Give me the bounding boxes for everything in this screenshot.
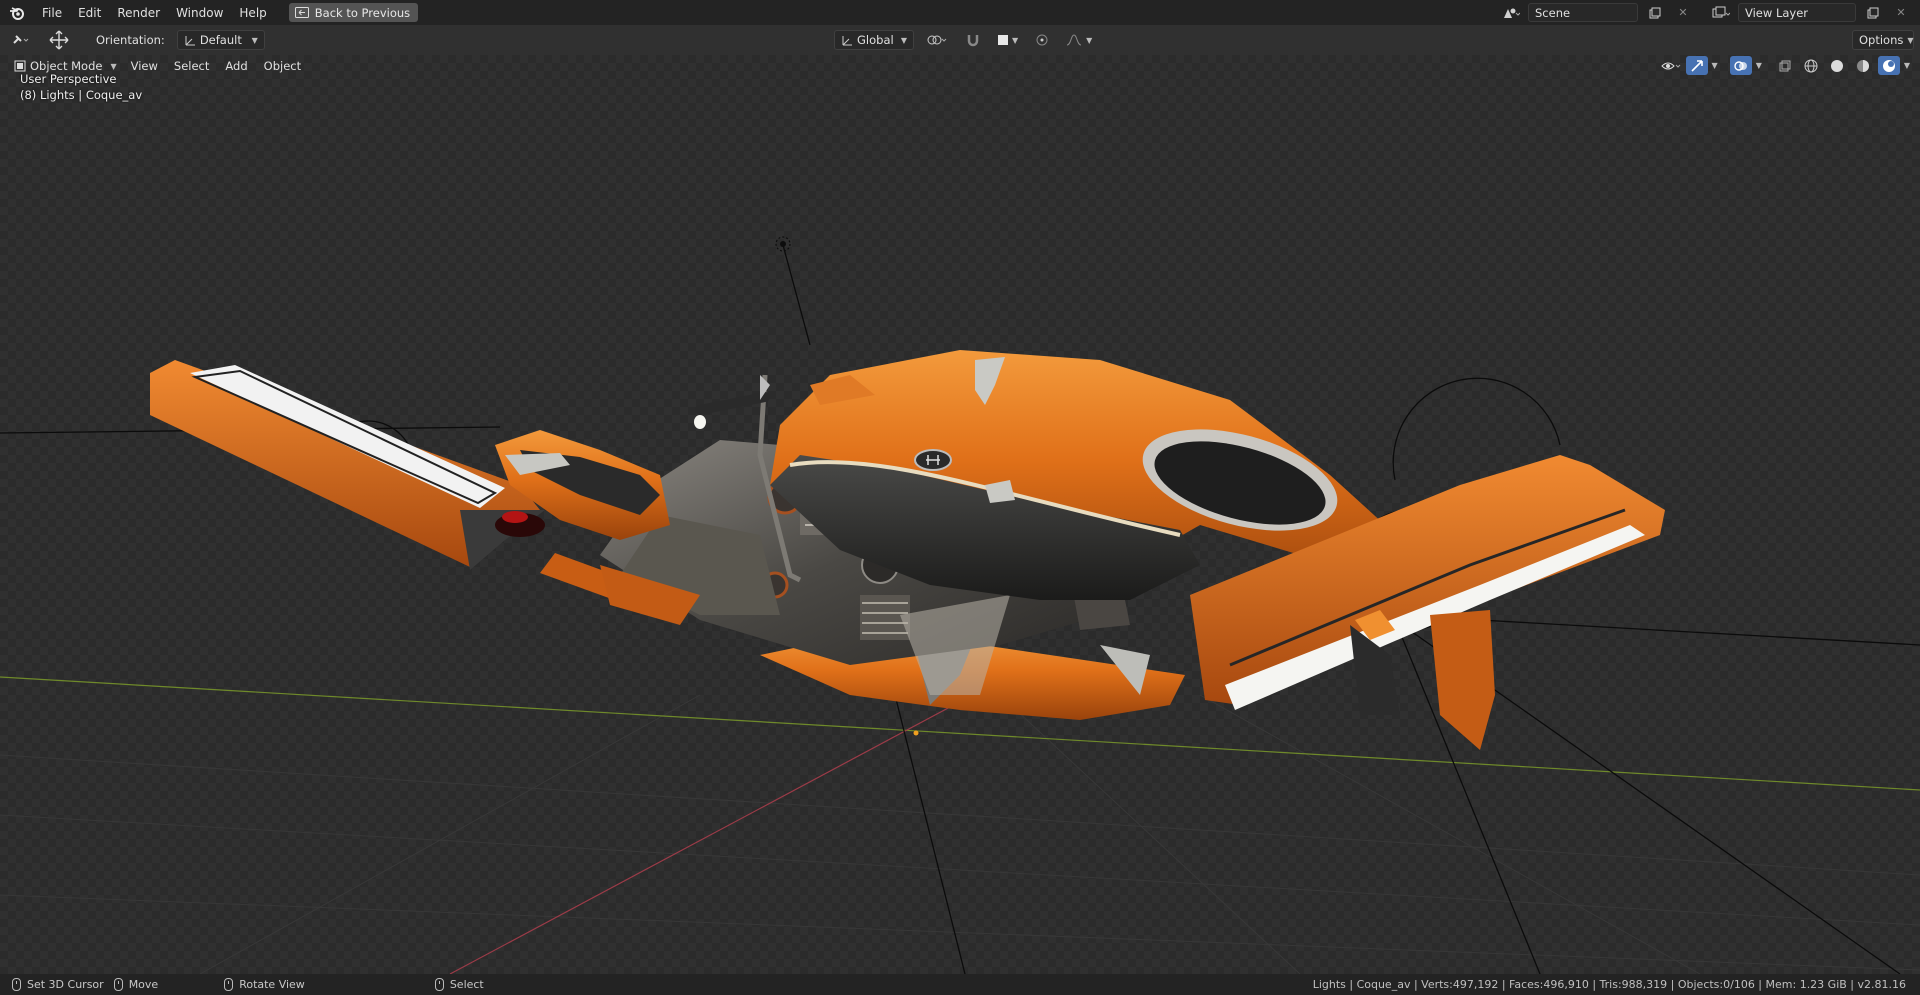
- scene-name: Scene: [1535, 5, 1571, 20]
- move-hint: Move: [113, 974, 159, 995]
- screen-back-icon: [294, 7, 309, 18]
- gizmo-icon[interactable]: [1685, 56, 1708, 75]
- blender-logo-icon[interactable]: [0, 0, 34, 25]
- menu-select[interactable]: Select: [166, 56, 217, 76]
- close-view-layer-icon[interactable]: ✕: [1890, 3, 1912, 22]
- transform-controls: Global ▼ ▼ ▼: [834, 30, 1098, 50]
- menu-render[interactable]: Render: [109, 2, 168, 24]
- status-bar: Set 3D Cursor Move Rotate View Select Li…: [0, 974, 1920, 995]
- mouse-left-icon: [12, 978, 21, 991]
- rotate-view-hint: Rotate View: [224, 974, 305, 995]
- menu-add[interactable]: Add: [217, 56, 255, 76]
- chevron-down-icon: ▼: [900, 35, 907, 45]
- menu-help[interactable]: Help: [231, 2, 274, 24]
- workspace-selectors: Scene ✕ View Layer ✕: [1500, 0, 1920, 25]
- proportional-icon[interactable]: [1030, 30, 1054, 50]
- visibility-icon[interactable]: [1660, 56, 1682, 75]
- snap-target-dropdown[interactable]: ▼: [992, 30, 1024, 50]
- menu-edit[interactable]: Edit: [70, 2, 109, 24]
- transform-space-value: Global: [857, 33, 894, 47]
- editor-type-dropdown[interactable]: [6, 30, 36, 50]
- orientation-value: Default: [199, 33, 242, 47]
- falloff-dropdown[interactable]: ▼: [1060, 30, 1098, 50]
- back-to-previous-label: Back to Previous: [314, 5, 411, 20]
- view-layer-icon[interactable]: [1710, 3, 1732, 22]
- options-dropdown[interactable]: Options ▼: [1852, 30, 1914, 50]
- global-axis-icon: [842, 36, 852, 46]
- tool-settings-header: Orientation: Default ▼ Global ▼ ▼ ▼ Opti: [0, 25, 1920, 55]
- mouse-middle-icon: [224, 978, 234, 991]
- options-label: Options: [1859, 33, 1904, 47]
- viewport-scene: [0, 236, 1920, 974]
- chevron-down-icon: ▼: [1086, 35, 1093, 45]
- select-hint: Select: [434, 974, 484, 995]
- back-to-previous-button[interactable]: Back to Previous: [288, 3, 419, 22]
- mouse-drag-icon: [113, 978, 123, 991]
- scene-icon[interactable]: [1500, 3, 1522, 22]
- object-mode-label: Object Mode: [30, 59, 103, 73]
- context-info: (8) Lights | Coque_av: [20, 88, 143, 102]
- rendered-shading-icon[interactable]: [1877, 56, 1900, 75]
- orientation-axis-icon: [185, 36, 195, 46]
- close-scene-icon[interactable]: ✕: [1672, 3, 1694, 22]
- select-label: Select: [449, 978, 484, 991]
- pivot-point-icon[interactable]: [920, 30, 954, 50]
- menu-window[interactable]: Window: [168, 2, 231, 24]
- scene-name-field[interactable]: Scene: [1528, 3, 1638, 22]
- chevron-down-icon: ▼: [251, 35, 258, 45]
- solid-shading-icon[interactable]: [1826, 56, 1848, 75]
- transform-orientation-dropdown[interactable]: Global ▼: [834, 30, 914, 50]
- floor-grid: [0, 694, 1920, 974]
- snap-icon[interactable]: [960, 30, 986, 50]
- chevron-down-icon[interactable]: ▼: [1904, 61, 1910, 70]
- chevron-down-icon[interactable]: ▼: [1756, 61, 1762, 70]
- 3d-viewport[interactable]: Object Mode ▼ View Select Add Object ▼ ▼: [0, 55, 1920, 974]
- overlay-icon[interactable]: [1729, 56, 1752, 75]
- new-view-layer-icon[interactable]: [1862, 3, 1884, 22]
- material-shading-icon[interactable]: [1852, 56, 1874, 75]
- wireframe-shading-icon[interactable]: [1800, 56, 1822, 75]
- object-mode-icon: [14, 60, 26, 72]
- origin-point: [913, 730, 919, 736]
- chevron-down-icon: ▼: [110, 61, 117, 71]
- view-name: User Perspective: [20, 72, 117, 86]
- orientation-dropdown[interactable]: Default ▼: [176, 30, 265, 50]
- orientation-label: Orientation:: [96, 33, 165, 47]
- set-3d-cursor-label: Set 3D Cursor: [27, 978, 104, 991]
- viewport-shading-controls: ▼ ▼ ▼: [1660, 56, 1910, 75]
- scene-statistics: Lights | Coque_av | Verts:497,192 | Face…: [1312, 978, 1906, 991]
- rotate-view-label: Rotate View: [239, 978, 305, 991]
- xray-icon[interactable]: [1774, 56, 1796, 75]
- set-3d-cursor-hint: Set 3D Cursor: [12, 974, 104, 995]
- transform-gizmo-icon[interactable]: [42, 30, 76, 50]
- menu-object[interactable]: Object: [256, 56, 309, 76]
- view-layer-field[interactable]: View Layer: [1738, 3, 1856, 22]
- top-bar: File Edit Render Window Help Back to Pre…: [0, 0, 1920, 25]
- chevron-down-icon: ▼: [1907, 35, 1914, 45]
- chevron-down-icon[interactable]: ▼: [1712, 61, 1718, 70]
- editor-type-icon: [13, 35, 29, 44]
- menu-file[interactable]: File: [34, 2, 70, 24]
- move-label: Move: [128, 978, 159, 991]
- menu-view[interactable]: View: [123, 56, 166, 76]
- view-layer-name: View Layer: [1745, 5, 1809, 20]
- chevron-down-icon: ▼: [1012, 35, 1019, 45]
- mouse-right-icon: [434, 978, 444, 991]
- viewport-header: Object Mode ▼ View Select Add Object ▼ ▼: [0, 55, 1920, 77]
- new-scene-icon[interactable]: [1644, 3, 1666, 22]
